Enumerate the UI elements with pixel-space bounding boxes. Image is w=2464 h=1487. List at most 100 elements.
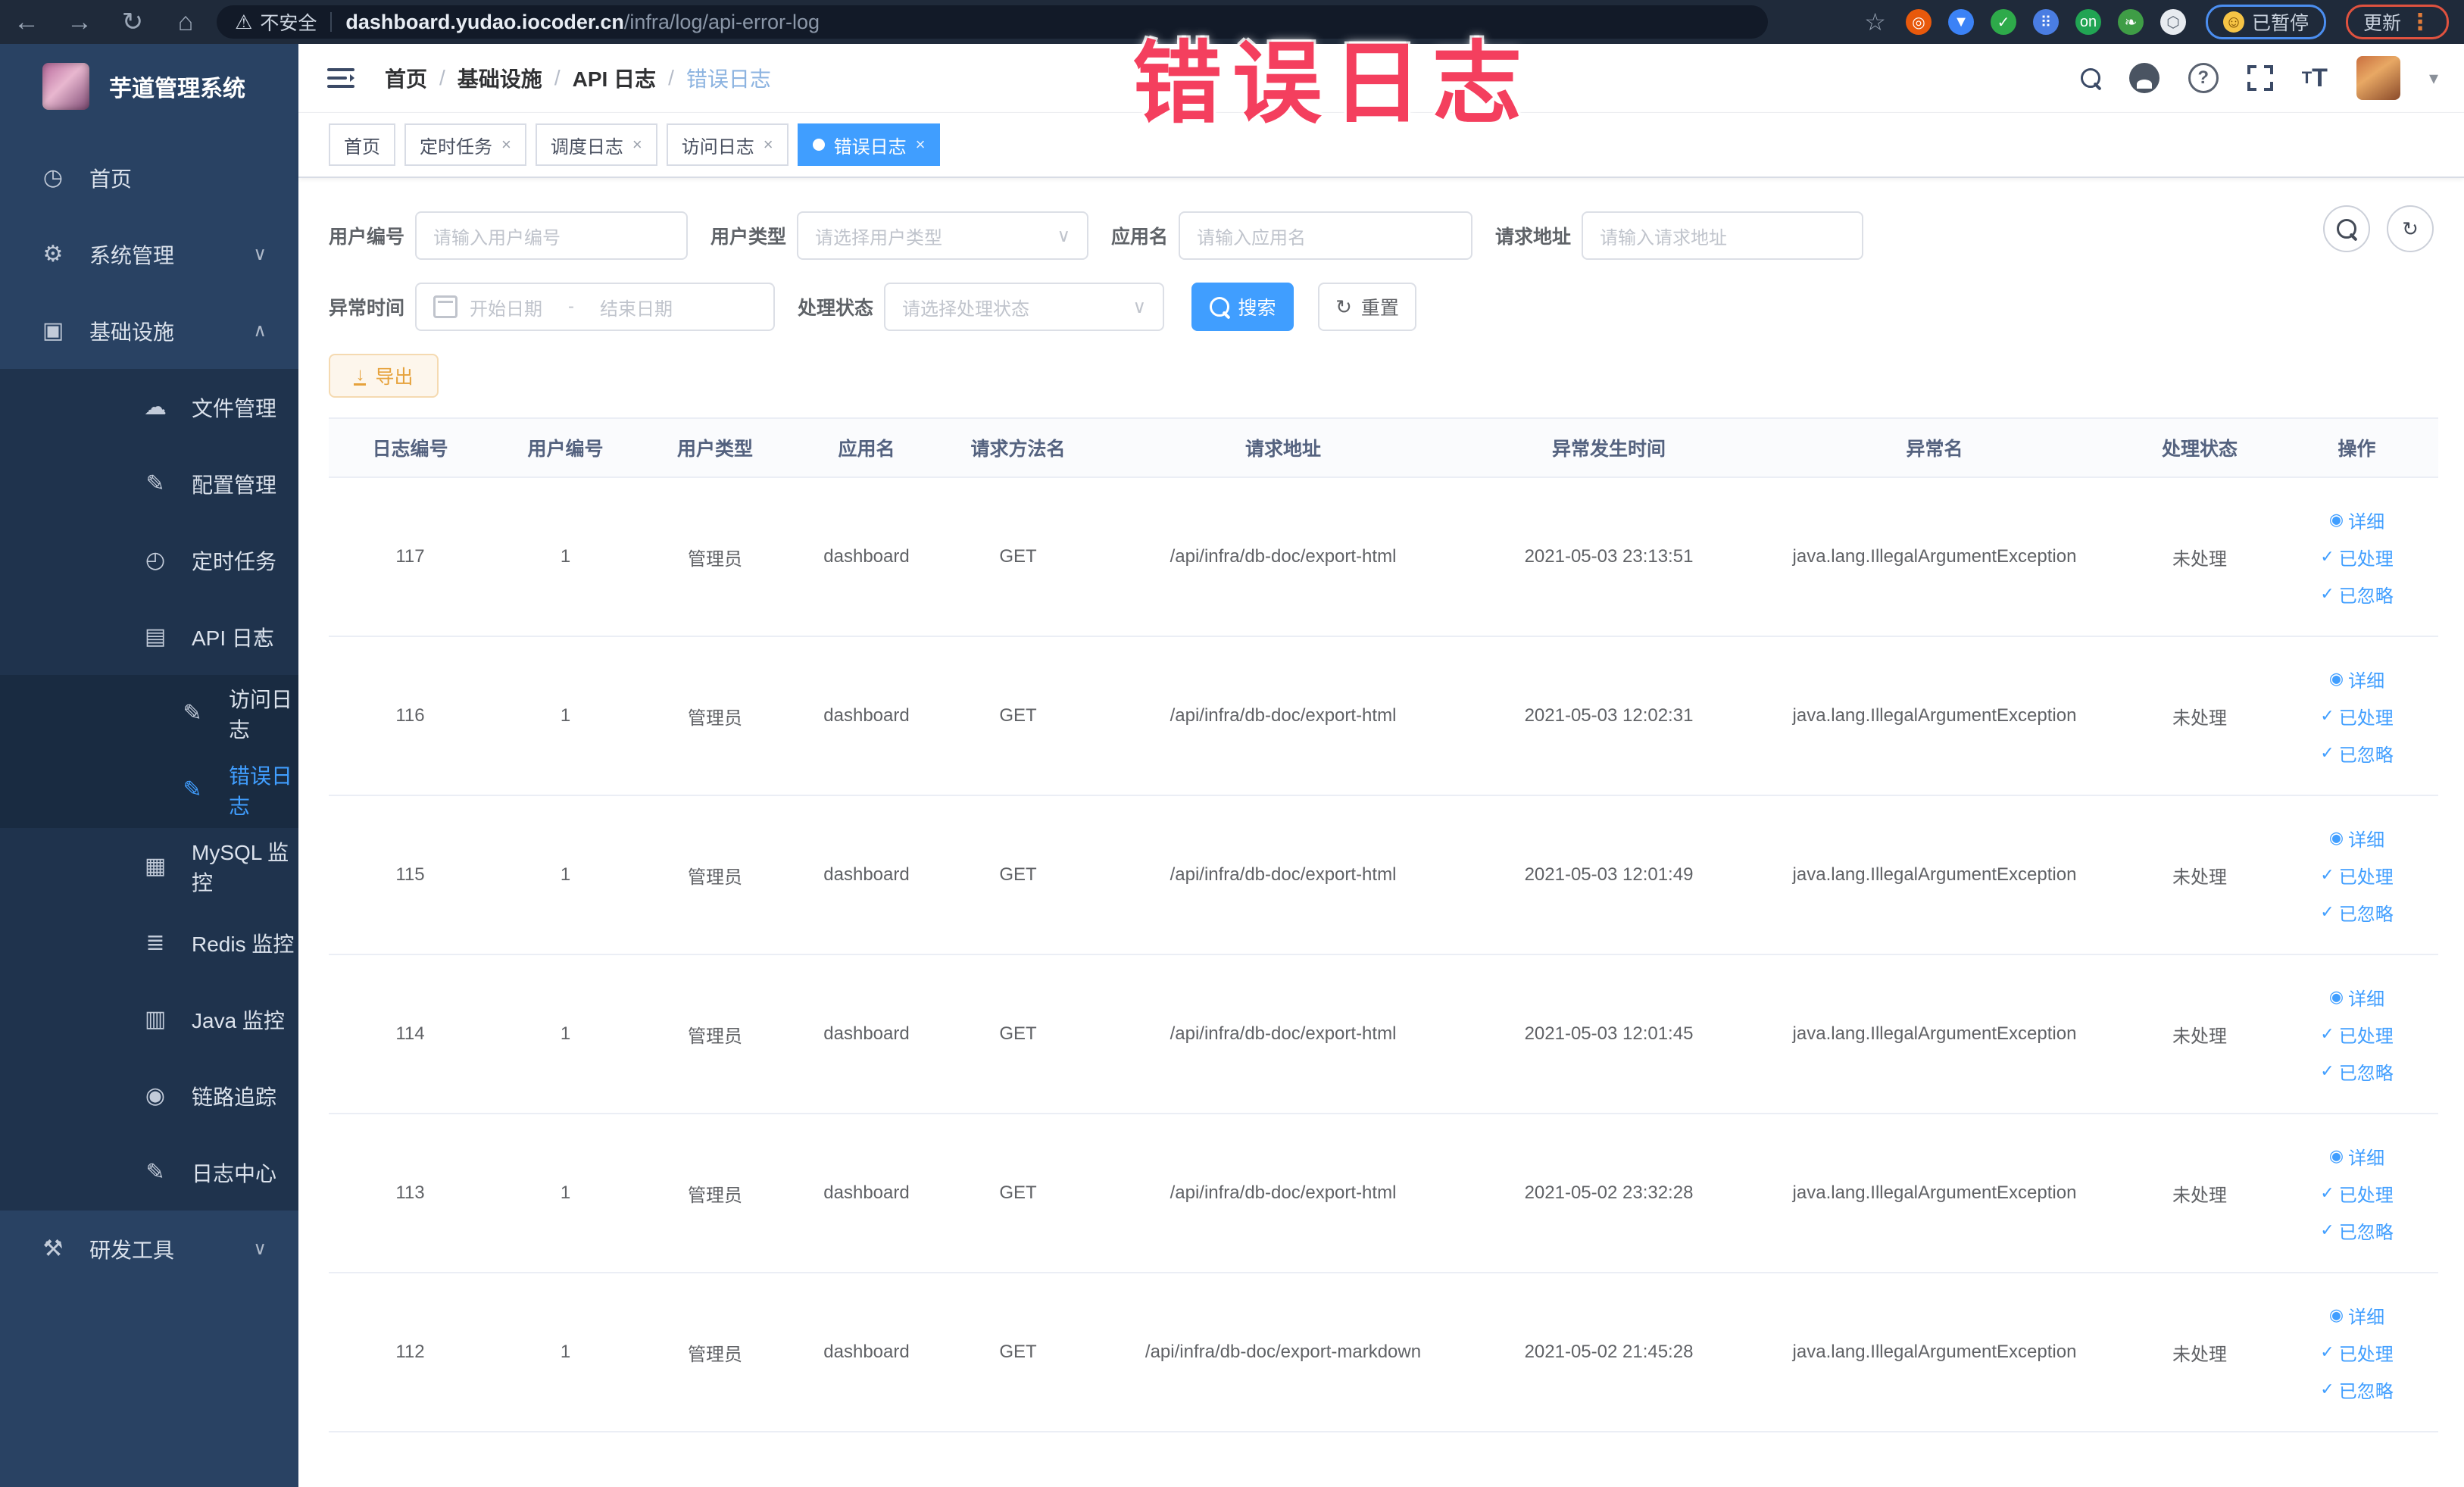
action-已处理[interactable]: ✓ 已处理 [2320,862,2393,889]
sidebar-item-系统管理[interactable]: ⚙ 系统管理 ∨ [0,216,298,292]
home-icon[interactable]: ⌂ [159,8,212,37]
action-已处理[interactable]: ✓ 已处理 [2320,1180,2393,1207]
access-log-icon: ✎ [183,701,202,726]
breadcrumb-item[interactable]: API 日志 [573,63,656,93]
action-已忽略[interactable]: ✓ 已忽略 [2320,740,2393,767]
reload-icon[interactable]: ↻ [106,7,159,37]
action-已忽略[interactable]: ✓ 已忽略 [2320,581,2393,608]
hamburger-icon[interactable] [327,67,354,89]
action-详细[interactable]: ◉ 详细 [2329,984,2384,1011]
sidebar-item-配置管理[interactable]: ✎ 配置管理 [0,445,298,522]
action-详细[interactable]: ◉ 详细 [2329,1302,2384,1329]
tab-访问日志[interactable]: 访问日志 × [666,123,789,166]
cell-actions: ◉ 详细 ✓ 已处理 ✓ 已忽略 [2275,1302,2438,1403]
user-avatar[interactable] [2356,56,2400,100]
cell-method: GET [999,1342,1037,1362]
ext-orange-circle[interactable]: ◎ [1905,9,1932,35]
profile-paused-chip[interactable]: ☺ 已暂停 [2205,5,2326,39]
sidebar-item-mysql-监控[interactable]: ▦ MySQL 监控 [0,828,298,904]
cell-exception: java.lang.IllegalArgumentException [1792,546,2077,567]
sidebar-item-研发工具[interactable]: ⚒ 研发工具 ∨ [0,1211,298,1287]
tab-错误日志[interactable]: 错误日志 × [797,123,941,166]
action-label: 已忽略 [2338,1381,2394,1402]
back-icon[interactable]: ← [0,8,53,37]
action-已忽略[interactable]: ✓ 已忽略 [2320,899,2393,926]
tab-close-icon[interactable]: × [632,135,642,155]
bookmark-star-icon[interactable]: ☆ [1864,8,1886,36]
cell-status: 未处理 [2172,867,2227,888]
breadcrumb-item[interactable]: 首页 [385,63,427,93]
cell-status: 未处理 [2172,1344,2227,1365]
sidebar-item-定时任务[interactable]: ◴ 定时任务 [0,522,298,598]
forward-icon[interactable]: → [53,8,106,37]
sidebar-item-java-监控[interactable]: ▥ Java 监控 [0,981,298,1057]
breadcrumb-item[interactable]: 基础设施 [458,63,542,93]
cell-time: 2021-05-02 23:32:28 [1524,1182,1694,1203]
avatar-caret-icon[interactable]: ▾ [2429,67,2438,89]
cell-time: 2021-05-03 12:01:45 [1524,1023,1694,1044]
sidebar-item-错误日志[interactable]: ✎ 错误日志 [0,751,298,828]
sidebar-item-日志中心[interactable]: ✎ 日志中心 [0,1134,298,1211]
tab-close-icon[interactable]: × [764,135,773,155]
action-详细[interactable]: ◉ 详细 [2329,825,2384,851]
search-icon[interactable] [2080,68,2100,88]
refresh-table-button[interactable]: ↻ [2387,205,2434,252]
annotation-text: 错误日志 [1132,34,1533,134]
cell-user_type: 管理员 [688,1344,742,1365]
ext-green-on[interactable]: on [2075,9,2101,35]
sidebar-item-基础设施[interactable]: ▣ 基础设施 ∧ [0,292,298,369]
sidebar-item-首页[interactable]: ◷ 首页 [0,139,298,216]
browser-menu-icon[interactable]: ⋮ [2409,9,2431,36]
tab-调度日志[interactable]: 调度日志 × [535,123,657,166]
action-已处理[interactable]: ✓ 已处理 [2320,1021,2393,1048]
help-icon[interactable]: ? [2188,63,2219,93]
font-size-icon[interactable]: TT [2302,64,2328,93]
tab-定时任务[interactable]: 定时任务 × [404,123,526,166]
ext-green-leaf[interactable]: ❧ [2117,9,2144,35]
breadcrumb-separator: / [554,66,561,89]
action-详细[interactable]: ◉ 详细 [2329,507,2384,533]
user-id-input[interactable]: 请输入用户编号 [415,211,689,260]
process-status-select[interactable]: 请选择处理状态 ∨ [884,283,1165,331]
tab-close-icon[interactable]: × [916,135,926,155]
sidebar-item-api-日志[interactable]: ▤ API 日志 ∧ [0,598,298,675]
reset-button[interactable]: ↻ 重置 [1318,283,1417,331]
column-header: 处理状态 [2161,439,2238,460]
ext-green-check[interactable]: ✓ [1990,9,2016,35]
ext-blue-grid[interactable]: ⠿ [2032,9,2059,35]
app-logo-row[interactable]: 芋道管理系统 [0,44,298,129]
app-name-input[interactable]: 请输入应用名 [1179,211,1473,260]
github-icon[interactable] [2128,63,2160,93]
action-已处理[interactable]: ✓ 已处理 [2320,1339,2393,1366]
toggle-search-button[interactable] [2323,205,2370,252]
action-已处理[interactable]: ✓ 已处理 [2320,544,2393,570]
tab-首页[interactable]: 首页 [329,123,395,166]
exception-time-range[interactable]: 开始日期 - 结束日期 [415,283,776,331]
fullscreen-icon[interactable] [2247,65,2273,91]
sidebar-item-文件管理[interactable]: ☁ 文件管理 [0,369,298,445]
cell-status: 未处理 [2172,708,2227,729]
action-已忽略[interactable]: ✓ 已忽略 [2320,1058,2393,1085]
action-已忽略[interactable]: ✓ 已忽略 [2320,1217,2393,1244]
action-已忽略[interactable]: ✓ 已忽略 [2320,1376,2393,1403]
request-url-input[interactable]: 请输入请求地址 [1582,211,1864,260]
action-详细[interactable]: ◉ 详细 [2329,666,2384,692]
update-chip[interactable]: 更新 ⋮ [2345,5,2449,39]
sidebar-item-label: MySQL 监控 [192,840,289,895]
user-type-select[interactable]: 请选择用户类型 ∨ [797,211,1089,260]
infra-icon: ▣ [42,318,64,343]
address-bar[interactable]: ⚠ 不安全 dashboard.yudao.iocoder.cn/infra/l… [217,5,1768,39]
export-button[interactable]: ↓ 导出 [329,354,439,398]
action-已处理[interactable]: ✓ 已处理 [2320,703,2393,729]
sidebar-item-redis-监控[interactable]: ≣ Redis 监控 [0,904,298,981]
cell-time: 2021-05-03 12:02:31 [1524,705,1694,726]
ext-puzzle[interactable]: ⬡ [2160,9,2186,35]
request-url-label: 请求地址 [1495,226,1572,248]
action-详细[interactable]: ◉ 详细 [2329,1143,2384,1170]
check-icon: ✓ [2320,1220,2334,1239]
ext-blue-shield[interactable]: ▼ [1947,9,1974,35]
sidebar-item-链路追踪[interactable]: ◉ 链路追踪 [0,1057,298,1134]
search-button[interactable]: 搜索 [1191,283,1294,331]
sidebar-item-访问日志[interactable]: ✎ 访问日志 [0,675,298,751]
tab-close-icon[interactable]: × [501,135,511,155]
